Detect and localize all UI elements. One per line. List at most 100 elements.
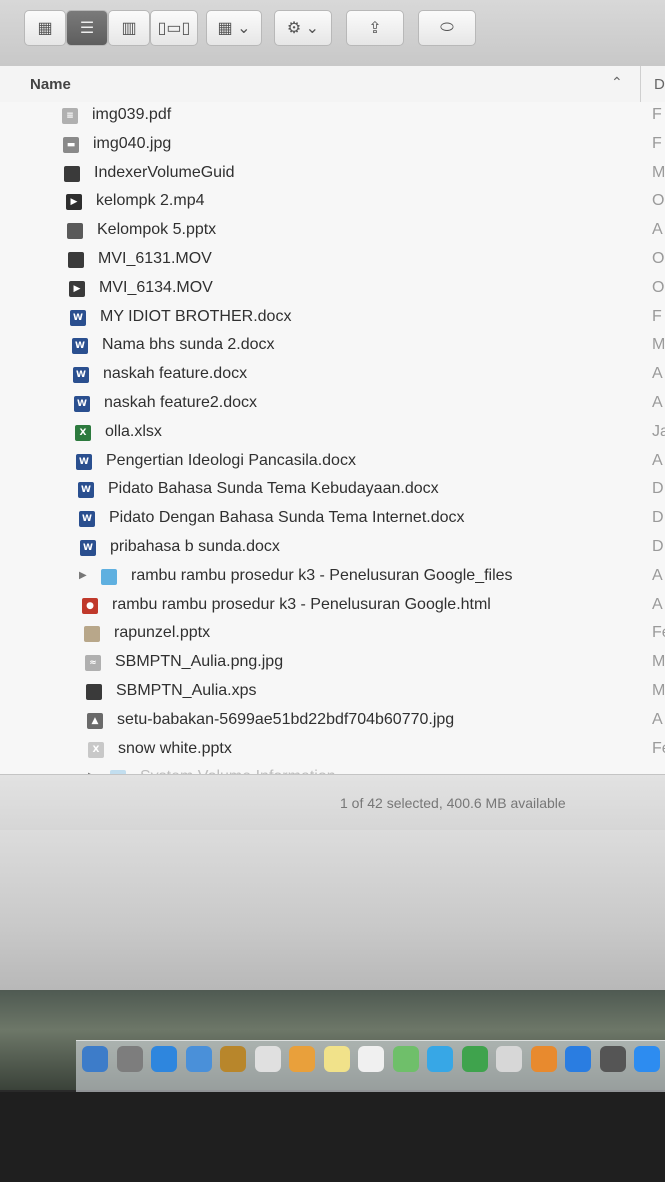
messages-icon[interactable]: [427, 1046, 453, 1072]
file-row[interactable]: ≈ SBMPTN_Aulia.png.jpg M: [0, 649, 665, 677]
file-name: Kelompok 5.pptx: [97, 221, 217, 239]
file-name: Nama bhs sunda 2.docx: [102, 336, 275, 354]
file-name: MVI_6134.MOV: [99, 278, 213, 296]
file-row[interactable]: Wpribahasa b sunda.docx D: [0, 534, 665, 562]
image-icon: ≈: [85, 655, 101, 672]
coverflow-view-icon: ▯▭▯: [157, 20, 191, 37]
list-header: Name ⌃ D: [0, 66, 665, 103]
share-button[interactable]: ⇪: [346, 10, 404, 46]
icon-view-button[interactable]: ▦: [24, 10, 66, 46]
file-list: ≡ img039.pdf F ▬ img040.jpg F IndexerVolumeGui…: [0, 102, 665, 774]
file-row[interactable]: Wnaskah feature.docx A: [0, 361, 665, 389]
file-row[interactable]: IndexerVolumeGuid M: [0, 160, 665, 188]
calendar-icon[interactable]: [254, 1046, 281, 1072]
file-name: rambu rambu prosedur k3 - Penelusuran Go…: [112, 595, 491, 613]
contacts-icon[interactable]: [220, 1046, 246, 1072]
presentation-icon: [84, 626, 100, 643]
file-row[interactable]: rapunzel.pptx Fe: [0, 620, 665, 648]
tag-icon: ⬭: [440, 19, 454, 36]
mail-icon[interactable]: [185, 1046, 212, 1072]
folder-row[interactable]: ▶ rambu rambu prosedur k3 - Penelusuran G…: [0, 563, 665, 591]
file-row[interactable]: W MY IDIOT BROTHER.docx F: [0, 304, 665, 332]
file-date: O: [652, 250, 665, 267]
video-icon: ▶: [66, 194, 82, 211]
word-icon: W: [76, 453, 92, 470]
file-date: O: [652, 192, 665, 210]
disclosure-triangle-icon[interactable]: ▶: [79, 570, 87, 581]
file-row[interactable]: ▶ MVI_6134.MOV O: [0, 275, 665, 303]
column-divider[interactable]: [640, 66, 641, 102]
file-row[interactable]: SBMPTN_Aulia.xps M: [0, 678, 665, 706]
file-name: kelompk 2.mp4: [96, 192, 205, 210]
file-row[interactable]: ▬ img040.jpg F: [0, 131, 665, 159]
file-name: Pengertian Ideologi Pancasila.docx: [106, 451, 356, 469]
finder-icon[interactable]: [82, 1046, 108, 1072]
word-icon: W: [79, 511, 95, 528]
launchpad-icon[interactable]: [116, 1046, 143, 1072]
file-name: img039.pdf: [92, 106, 172, 123]
coverflow-view-button[interactable]: ▯▭▯: [150, 10, 198, 46]
folder-icon: [101, 568, 117, 585]
file-row[interactable]: Xsnow white.pptx Fe: [0, 736, 665, 764]
name-column-header[interactable]: Name: [30, 76, 71, 93]
file-date: Fe: [652, 739, 665, 757]
file-date: D: [652, 480, 664, 498]
action-menu-button[interactable]: ⚙ ⌄: [274, 10, 332, 46]
file-row[interactable]: W Pengertian Ideologi Pancasila.docx A: [0, 448, 665, 476]
file-date: A: [652, 451, 663, 469]
file-date: A: [652, 394, 663, 411]
word-icon: W: [74, 396, 90, 412]
notes-icon[interactable]: [323, 1046, 350, 1072]
file-row[interactable]: W Nama bhs sunda 2.docx M: [0, 332, 665, 360]
file-name: setu-babakan-5699ae51bd22bdf704b60770.jp…: [117, 710, 455, 728]
file-name: snow white.pptx: [118, 739, 232, 757]
reminders-icon[interactable]: [358, 1046, 384, 1072]
arrange-menu-button[interactable]: ▦ ⌄: [206, 10, 262, 46]
file-date: F: [652, 106, 662, 123]
file-row[interactable]: ▲ setu-babakan-5699ae51bd22bdf704b60770.j…: [0, 707, 665, 735]
app-store-icon[interactable]: [565, 1046, 591, 1072]
file-row[interactable]: ● rambu rambu prosedur k3 - Penelusuran G…: [0, 592, 665, 620]
document-icon: [86, 684, 102, 700]
facetime-icon[interactable]: [461, 1046, 488, 1072]
file-row[interactable]: MVI_6131.MOV O: [0, 246, 665, 274]
ibooks-icon[interactable]: [530, 1046, 557, 1072]
file-date: D: [652, 538, 664, 555]
word-icon: W: [73, 367, 89, 384]
tags-button[interactable]: ⬭: [418, 10, 476, 46]
image-icon: ▬: [63, 136, 79, 153]
file-date: M: [652, 682, 665, 699]
file-date: Ja: [652, 422, 665, 440]
folder-row[interactable]: ▶System Volume Information: [0, 764, 665, 774]
safari-icon[interactable]: [151, 1046, 177, 1072]
file-row[interactable]: Wnaskah feature2.docx A: [0, 390, 665, 418]
photos-icon[interactable]: [289, 1046, 315, 1072]
file-row[interactable]: ≡ img039.pdf F: [0, 102, 665, 130]
file-name: img040.jpg: [93, 134, 172, 152]
file-date: A: [652, 566, 663, 584]
finder-window: ▦ ☰ ▥ ▯▭▯ ▦ ⌄ ⚙ ⌄ ⇪ ⬭ Name ⌃ D ⏏ ≡img039…: [0, 0, 665, 830]
desktop-background: [0, 830, 665, 990]
file-name: IndexerVolumeGuid: [94, 163, 235, 181]
itunes-icon[interactable]: [496, 1046, 522, 1072]
gear-icon: ⚙ ⌄: [286, 20, 320, 37]
monitor-bezel: [0, 1092, 665, 1182]
maps-icon[interactable]: [392, 1046, 419, 1072]
file-row[interactable]: W Pidato Bahasa Sunda Tema Kebudayaan.doc…: [0, 476, 665, 504]
file-row[interactable]: Kelompok 5.pptx A: [0, 217, 665, 245]
file-date: F: [652, 307, 662, 325]
file-name: pribahasa b sunda.docx: [110, 538, 280, 555]
word-icon: W: [72, 338, 88, 355]
column-view-button[interactable]: ▥: [108, 10, 150, 46]
file-row[interactable]: W Pidato Dengan Bahasa Sunda Tema Interne…: [0, 505, 665, 533]
file-row[interactable]: Xolla.xlsx Ja: [0, 419, 665, 447]
file-date: F: [652, 134, 662, 152]
date-column-header[interactable]: D: [654, 76, 665, 93]
list-view-button[interactable]: ☰: [66, 10, 108, 46]
file-row[interactable]: ▶ kelompk 2.mp4 O: [0, 188, 665, 216]
file-name: MVI_6131.MOV: [98, 250, 212, 267]
system-preferences-icon[interactable]: [599, 1046, 626, 1072]
sort-ascending-icon[interactable]: ⌃: [611, 74, 623, 91]
chrome-icon[interactable]: [634, 1046, 660, 1072]
image-icon: ▲: [87, 712, 103, 729]
